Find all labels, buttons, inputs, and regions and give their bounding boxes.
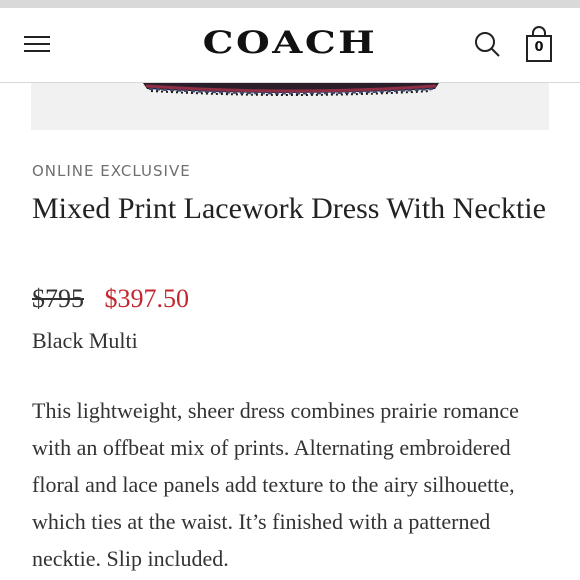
sale-price: $397.50 xyxy=(104,284,190,313)
bag-count-badge: 0 xyxy=(534,40,544,55)
original-price: $795 xyxy=(32,284,84,313)
shopping-bag-icon[interactable]: 0 xyxy=(521,26,557,66)
color-name: Black Multi xyxy=(32,328,138,353)
price-row: $795 $397.50 xyxy=(32,284,189,314)
product-image[interactable] xyxy=(31,83,549,130)
product-description: This lightweight, sheer dress combines p… xyxy=(32,398,519,571)
product-title: Mixed Print Lacework Dress With Necktie xyxy=(32,192,546,225)
dress-hem-image xyxy=(143,83,439,96)
search-icon[interactable] xyxy=(473,30,503,60)
site-header: COACH 0 xyxy=(0,8,580,83)
status-strip xyxy=(0,0,580,8)
online-exclusive-label: ONLINE EXCLUSIVE xyxy=(32,162,191,180)
